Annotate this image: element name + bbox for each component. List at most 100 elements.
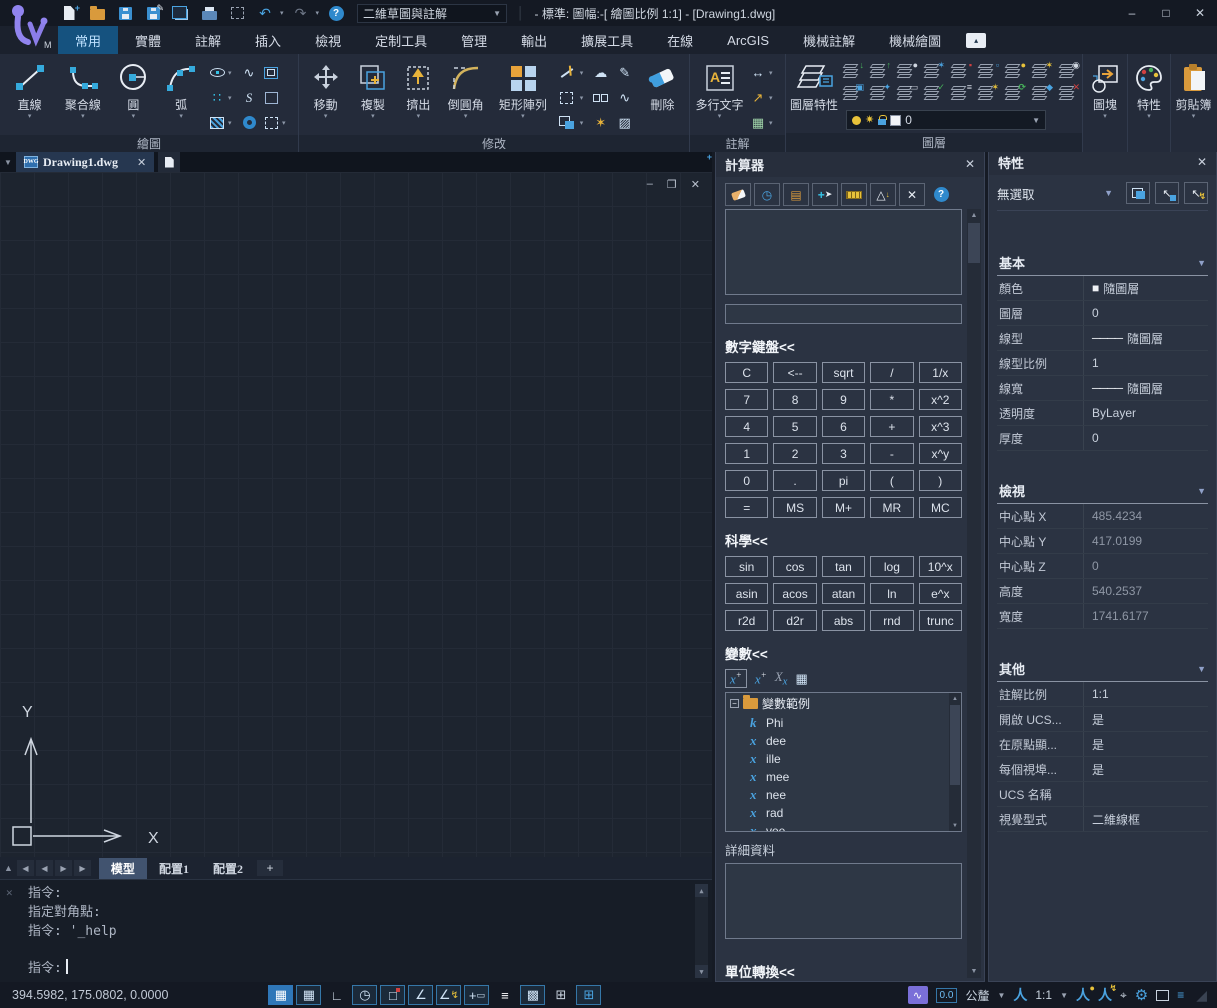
calc-key[interactable]: 4 bbox=[725, 416, 768, 437]
scrollbar-thumb[interactable] bbox=[950, 705, 960, 785]
leader-button[interactable]: ↗ bbox=[747, 87, 769, 109]
calculator-input-icon[interactable]: ▦ bbox=[795, 671, 807, 687]
mtext-button[interactable]: A 多行文字 ▾ bbox=[694, 58, 745, 132]
layer-combo[interactable]: ✷ 0 ▼ bbox=[846, 110, 1046, 130]
panel-label-modify[interactable]: 修改 bbox=[299, 135, 689, 152]
angle-snap-toggle[interactable]: ∠ bbox=[408, 985, 433, 1005]
calc-key[interactable]: cos bbox=[773, 556, 816, 577]
annotation-autoscale-icon[interactable]: 人↯ bbox=[1098, 985, 1112, 1005]
redo-button[interactable]: ↷ bbox=[290, 3, 312, 23]
ribbon-tab[interactable]: 常用 bbox=[58, 26, 118, 54]
layout-tab[interactable]: 配置1 bbox=[147, 858, 201, 879]
osnap-toggle[interactable]: □ bbox=[380, 985, 405, 1005]
layer-delete-icon[interactable]: ✕ bbox=[1056, 84, 1079, 102]
calc-key[interactable]: r2d bbox=[725, 610, 768, 631]
property-row[interactable]: 圖層 0 bbox=[997, 301, 1208, 326]
select-objects-icon[interactable]: ↖ bbox=[1155, 182, 1179, 204]
scroll-up-icon[interactable]: ▲ bbox=[949, 693, 961, 704]
ortho-toggle[interactable]: ∟ bbox=[324, 985, 349, 1005]
ribbon-tab[interactable]: 定制工具 bbox=[358, 26, 444, 54]
properties-panel-button[interactable]: 特性 ▾ bbox=[1132, 58, 1166, 132]
property-row[interactable]: 註解比例 1:1 bbox=[997, 682, 1208, 707]
property-row[interactable]: 線型比例 1 bbox=[997, 351, 1208, 376]
calc-key[interactable]: C bbox=[725, 362, 768, 383]
property-row[interactable]: 中心點 Y 417.0199 bbox=[997, 529, 1208, 554]
redo-dropdown-icon[interactable]: ▾ bbox=[316, 9, 320, 17]
variable-row[interactable]: x dee bbox=[726, 732, 961, 750]
edit-variable-icon[interactable]: x+ bbox=[755, 670, 767, 687]
calc-key[interactable]: atan bbox=[822, 583, 865, 604]
basic-section-header[interactable]: 基本 ▼ bbox=[997, 249, 1208, 276]
selection-cycling-toggle[interactable]: ⊞ bbox=[548, 985, 573, 1005]
property-row[interactable]: 顏色 ■隨圖層 bbox=[997, 276, 1208, 301]
resize-grip[interactable]: ◢ bbox=[1196, 987, 1207, 1004]
angle-of-line-icon[interactable]: △↓ bbox=[870, 183, 896, 206]
calc-key[interactable]: 9 bbox=[822, 389, 865, 410]
annotation-monitor-toggle[interactable]: ⊞ bbox=[576, 985, 601, 1005]
collapse-icon[interactable]: − bbox=[730, 699, 739, 708]
circle-button[interactable]: 圓 ▾ bbox=[111, 58, 157, 132]
ribbon-tab[interactable]: 實體 bbox=[118, 26, 178, 54]
spline-cv-button[interactable]: S bbox=[238, 87, 260, 109]
calculator-help-icon[interactable]: ? bbox=[928, 183, 954, 206]
canvas-restore-button[interactable]: ❐ bbox=[667, 178, 677, 191]
overlap-order-button[interactable] bbox=[556, 112, 578, 134]
panel-label-layers[interactable]: 圖層 bbox=[786, 133, 1082, 152]
save-button[interactable] bbox=[114, 3, 136, 23]
science-section-header[interactable]: 科學<< bbox=[725, 530, 962, 550]
paste-to-commandline-icon[interactable]: ▤ bbox=[783, 183, 809, 206]
help-button[interactable]: ? bbox=[325, 3, 347, 23]
calc-key[interactable]: x^y bbox=[919, 443, 962, 464]
variables-scrollbar[interactable]: ▲ ▼ bbox=[949, 693, 961, 831]
variable-row[interactable]: x vee bbox=[726, 822, 961, 832]
next-layout-button[interactable]: ▶ bbox=[55, 860, 72, 876]
calc-key[interactable]: 3 bbox=[822, 443, 865, 464]
drawing-canvas[interactable]: – ❐ ✕ Y X bbox=[0, 172, 712, 857]
workspace-select[interactable]: 二維草圖與註解 ▼ bbox=[357, 4, 507, 23]
copy-button[interactable]: 複製 ▾ bbox=[350, 58, 395, 132]
calc-key[interactable]: acos bbox=[773, 583, 816, 604]
calc-key[interactable]: + bbox=[870, 416, 913, 437]
delete-variable-icon[interactable]: Xx bbox=[775, 669, 788, 688]
chevron-down-icon[interactable]: ▼ bbox=[1060, 991, 1068, 1000]
calc-key[interactable]: pi bbox=[822, 470, 865, 491]
scrollbar-thumb[interactable] bbox=[968, 223, 980, 263]
block-panel-button[interactable]: 圖塊 ▾ bbox=[1087, 58, 1123, 132]
print-button[interactable] bbox=[198, 3, 220, 23]
scroll-up-icon[interactable]: ▲ bbox=[967, 209, 981, 222]
chevron-down-icon[interactable]: ▾ bbox=[580, 94, 590, 102]
join-button[interactable] bbox=[590, 87, 612, 109]
command-scrollbar[interactable]: ▲ ▼ bbox=[695, 884, 708, 978]
calc-key[interactable]: <-- bbox=[773, 362, 816, 383]
layer-walk-icon[interactable]: ▭ bbox=[894, 84, 917, 102]
canvas-minimize-button[interactable]: – bbox=[647, 178, 653, 191]
donut-button[interactable] bbox=[238, 112, 260, 134]
calc-key[interactable]: 5 bbox=[773, 416, 816, 437]
chevron-down-icon[interactable]: ▾ bbox=[228, 94, 238, 102]
layer-previous-icon[interactable]: ↑ bbox=[867, 62, 890, 80]
new-variable-icon[interactable]: x+ bbox=[725, 669, 747, 688]
model-space-icon[interactable]: ∿ bbox=[908, 986, 928, 1004]
layer-thaw-sun-icon[interactable]: ✷ bbox=[865, 115, 874, 125]
calc-key[interactable]: * bbox=[870, 389, 913, 410]
ribbon-tab[interactable]: 檢視 bbox=[298, 26, 358, 54]
toggle-pickadd-icon[interactable] bbox=[1126, 182, 1150, 204]
ribbon-tab[interactable]: ArcGIS bbox=[710, 26, 786, 54]
polyline-button[interactable]: 聚合線 ▾ bbox=[57, 58, 108, 132]
calc-key[interactable]: 8 bbox=[773, 389, 816, 410]
layer-freeze-icon[interactable]: ✶ bbox=[921, 62, 944, 80]
undo-button[interactable]: ↶ bbox=[254, 3, 276, 23]
annotation-visibility-icon[interactable]: 人● bbox=[1076, 985, 1090, 1005]
calc-key[interactable]: abs bbox=[822, 610, 865, 631]
workspace-switch-icon[interactable]: ⌖ bbox=[1120, 988, 1127, 1003]
property-row[interactable]: 高度 540.2537 bbox=[997, 579, 1208, 604]
edit-spline-button[interactable]: ✎ bbox=[614, 62, 636, 84]
layout-tab[interactable]: 配置2 bbox=[201, 858, 255, 879]
layout-tab[interactable]: 模型 bbox=[99, 858, 147, 879]
calc-key[interactable]: rnd bbox=[870, 610, 913, 631]
clear-icon[interactable] bbox=[725, 183, 751, 206]
revision-cloud-button[interactable] bbox=[260, 112, 282, 134]
variables-folder-row[interactable]: − 變數範例 bbox=[726, 693, 961, 714]
chevron-down-icon[interactable]: ▼ bbox=[1032, 116, 1040, 125]
properties-close-icon[interactable]: ✕ bbox=[1197, 155, 1207, 169]
